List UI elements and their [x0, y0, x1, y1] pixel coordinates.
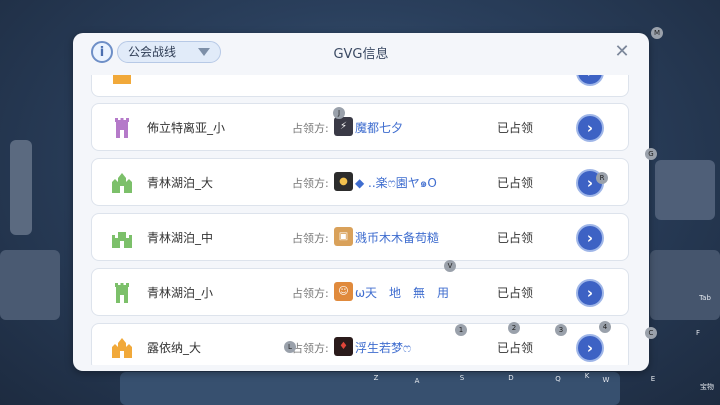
hotkey-e: E	[650, 375, 656, 383]
go-arrow-button[interactable]: ›	[576, 75, 604, 86]
guild-emblem-icon: ⚡	[334, 117, 353, 136]
castle-name: 青林湖泊_小	[147, 286, 214, 300]
guild-name[interactable]: 魔都七夕	[355, 119, 403, 136]
occupier-label: 占领方:	[292, 177, 329, 190]
go-arrow-button[interactable]: ›	[576, 334, 604, 362]
gvg-info-panel: i 公会战线 GVG信息 ✕ › 佈立特离亚_小 占领方: ⚡ 魔都七夕 已占领	[73, 33, 649, 371]
hotkey-v: V	[444, 260, 456, 272]
ruin-wall-right	[650, 250, 720, 320]
hotkey-f: F	[695, 329, 701, 337]
occupation-status: 已占领	[497, 286, 534, 300]
occupation-status: 已占领	[497, 176, 534, 190]
guild-name[interactable]: 溅币木木备苟糙	[355, 229, 439, 246]
castle-name: 青林湖泊_中	[147, 231, 214, 245]
occupation-status: 已占领	[497, 121, 534, 135]
castle-icon	[110, 226, 134, 250]
castle-icon	[110, 336, 134, 360]
occupier-label: 占领方:	[292, 287, 329, 300]
hotkey-m: M	[651, 27, 663, 39]
hotkey-j: J	[333, 107, 345, 119]
ruin-block-left	[0, 250, 60, 320]
occupier-label: 占领方:	[292, 232, 329, 245]
castle-row: 青林湖泊_大 占领方: ● ◆ ..楽ෆ園ヤ๑O 已占领 ›	[91, 158, 629, 206]
occupation-status: 已占领	[497, 341, 534, 355]
hotkey-z: Z	[373, 374, 379, 382]
hotkey-3: 3	[555, 324, 567, 336]
castle-name: 露依纳_大	[147, 341, 202, 355]
ruin-pillar-left	[10, 140, 32, 235]
hotkey-1: 1	[455, 324, 467, 336]
castle-row: 青林湖泊_小 占领方: ☺ ω天 地 無 用 已占领 ›	[91, 268, 629, 316]
occupation-status: 已占领	[497, 231, 534, 245]
castle-icon	[110, 116, 134, 140]
guild-emblem-icon: ●	[334, 172, 353, 191]
hotkey-d: D	[508, 374, 514, 382]
hotkey-a: A	[414, 377, 420, 385]
hotkey-c: C	[645, 327, 657, 339]
castle-row: 露依纳_大 占领方: ♦ 浮生若梦ෆ 已占领 ›	[91, 323, 629, 365]
ruin-rock-right	[655, 160, 715, 220]
castle-icon	[110, 75, 134, 86]
hotkey-2: 2	[508, 322, 520, 334]
castle-row: 佈立特离亚_小 占领方: ⚡ 魔都七夕 已占领 ›	[91, 103, 629, 151]
hotkey-l: L	[284, 341, 296, 353]
hotkey-w: W	[602, 376, 610, 384]
hotkey-g: G	[645, 148, 657, 160]
guild-name[interactable]: ◆ ..楽ෆ園ヤ๑O	[355, 174, 437, 193]
guild-emblem-icon: ♦	[334, 337, 353, 356]
guild-emblem-icon: ☺	[334, 282, 353, 301]
castle-icon	[110, 171, 134, 195]
guild-emblem-icon: ▣	[334, 227, 353, 246]
guild-name[interactable]: ω天 地 無 用	[355, 284, 449, 301]
hotkey-treasure: 宝物	[700, 383, 714, 391]
castle-icon	[110, 281, 134, 305]
hotkey-r: R	[596, 172, 608, 184]
castle-name: 佈立特离亚_小	[147, 121, 226, 135]
panel-header: i 公会战线 GVG信息 ✕	[73, 33, 649, 71]
occupier-label: 占领方:	[292, 122, 329, 135]
guild-name[interactable]: 浮生若梦ෆ	[355, 339, 411, 356]
hotkey-k: K	[584, 372, 590, 380]
occupier-label: 占领方:	[292, 342, 329, 355]
hotkey-q: Q	[555, 375, 561, 383]
go-arrow-button[interactable]: ›	[576, 114, 604, 142]
castle-row: 青林湖泊_中 占领方: ▣ 溅币木木备苟糙 已占领 ›	[91, 213, 629, 261]
castle-list[interactable]: › 佈立特离亚_小 占领方: ⚡ 魔都七夕 已占领 › 青林湖泊_大 占领方: …	[91, 75, 631, 365]
close-icon[interactable]: ✕	[613, 43, 631, 61]
castle-name: 青林湖泊_大	[147, 176, 214, 190]
panel-title: GVG信息	[333, 47, 389, 62]
go-arrow-button[interactable]: ›	[576, 279, 604, 307]
hotkey-4: 4	[599, 321, 611, 333]
go-arrow-button[interactable]: ›	[576, 224, 604, 252]
hotkey-tab: Tab	[699, 294, 711, 302]
hotkey-s: S	[459, 374, 465, 382]
castle-row: ›	[91, 75, 629, 97]
